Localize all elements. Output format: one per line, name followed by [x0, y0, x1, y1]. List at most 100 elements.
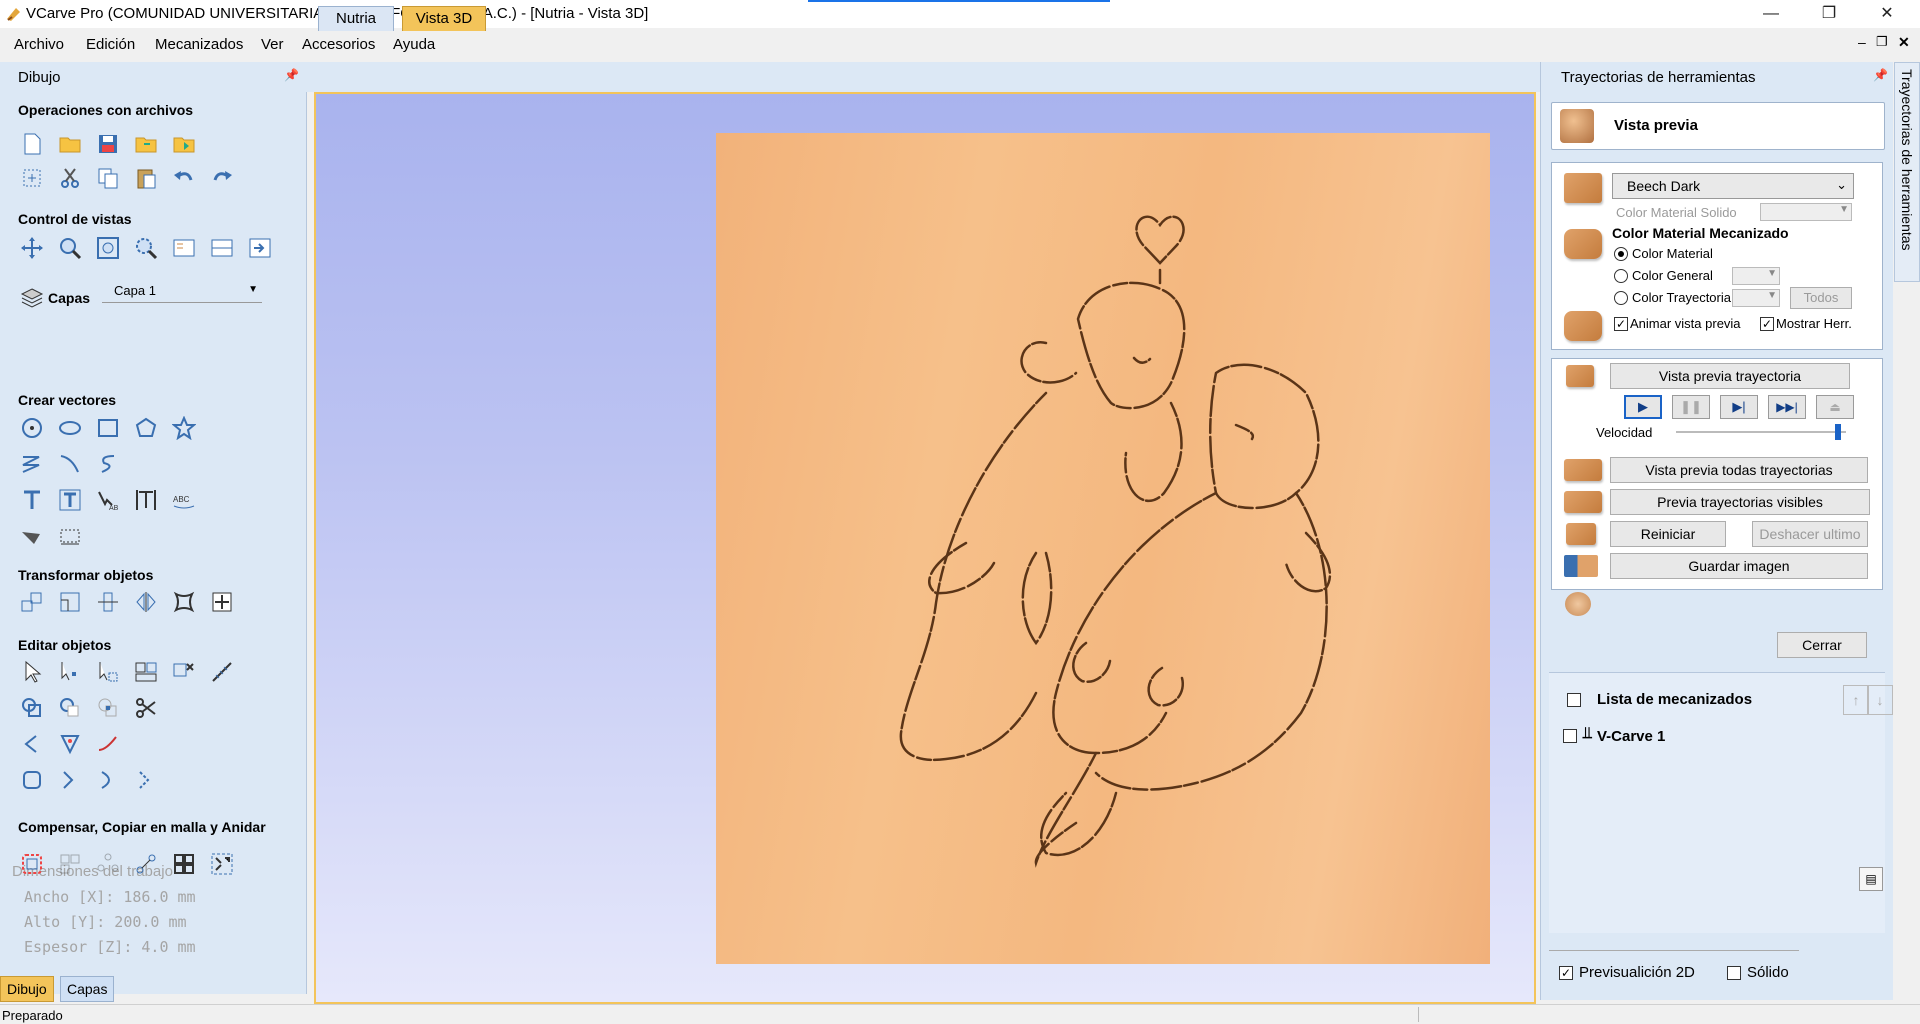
- save-image-button[interactable]: Guardar imagen: [1610, 553, 1868, 579]
- cut-icon[interactable]: [56, 164, 84, 192]
- paste-icon[interactable]: [132, 164, 160, 192]
- node-smooth-icon[interactable]: [132, 766, 160, 794]
- view-3d-toggle-icon[interactable]: [246, 234, 274, 262]
- restore-button[interactable]: ❐: [1800, 0, 1858, 28]
- dimension-icon[interactable]: [56, 522, 84, 550]
- text-icon[interactable]: [18, 486, 46, 514]
- redo-icon[interactable]: [208, 164, 236, 192]
- preview-visible-button[interactable]: Previa trayectorias visibles: [1610, 489, 1870, 515]
- menu-edicion[interactable]: Edición: [86, 36, 135, 53]
- tab-nutria[interactable]: Nutria: [318, 6, 394, 31]
- pause-button[interactable]: ❚❚: [1672, 395, 1710, 419]
- circular-array-icon[interactable]: [94, 850, 122, 878]
- mdi-minimize-button[interactable]: –: [1858, 34, 1866, 50]
- preview-2d-checkbox[interactable]: ✓: [1559, 966, 1573, 980]
- text-arc-icon[interactable]: ABC: [170, 486, 198, 514]
- move-down-icon[interactable]: ↓: [1867, 685, 1893, 715]
- pin-icon[interactable]: 📌: [1873, 68, 1888, 82]
- arc-icon[interactable]: [94, 450, 122, 478]
- circle-icon[interactable]: [18, 414, 46, 442]
- select-all-icon[interactable]: [18, 164, 46, 192]
- trim-scissors-icon[interactable]: [132, 694, 160, 722]
- copy-along-vector-icon[interactable]: [132, 850, 160, 878]
- undo-icon[interactable]: [170, 164, 198, 192]
- mirror-icon[interactable]: [132, 588, 160, 616]
- curve-icon[interactable]: [56, 450, 84, 478]
- join-icon[interactable]: [18, 730, 46, 758]
- delete-node-icon[interactable]: [170, 658, 198, 686]
- import-folder-icon[interactable]: [132, 130, 160, 158]
- general-color-picker[interactable]: ▼: [1732, 267, 1780, 285]
- show-tool-checkbox[interactable]: ✓: [1760, 317, 1774, 331]
- tab-vista-3d[interactable]: Vista 3D: [402, 6, 486, 31]
- smooth-icon[interactable]: [56, 766, 84, 794]
- toolpaths-side-tab[interactable]: Trayectorias de herramientas: [1894, 62, 1920, 282]
- curve-fit-icon[interactable]: [94, 766, 122, 794]
- tab-capas[interactable]: Capas: [60, 976, 115, 1002]
- undo-last-button[interactable]: Deshacer ultimo: [1752, 521, 1868, 547]
- move-up-icon[interactable]: ↑: [1843, 685, 1869, 715]
- view-2d-icon[interactable]: [170, 234, 198, 262]
- play-button[interactable]: ▶: [1624, 395, 1662, 419]
- solid-color-picker[interactable]: ▼: [1760, 203, 1852, 221]
- preview-toolpath-button[interactable]: Vista previa trayectoria: [1610, 363, 1850, 389]
- radio-color-toolpath[interactable]: [1614, 291, 1628, 305]
- copy-icon[interactable]: [94, 164, 122, 192]
- nesting-icon[interactable]: [208, 850, 236, 878]
- text-box-icon[interactable]: [56, 486, 84, 514]
- zoom-box-icon[interactable]: [56, 234, 84, 262]
- rectangle-icon[interactable]: [94, 414, 122, 442]
- node-edit-icon[interactable]: [56, 658, 84, 686]
- close-panel-button[interactable]: Cerrar: [1777, 632, 1867, 658]
- menu-accesorios[interactable]: Accesorios: [302, 36, 375, 53]
- subtract-icon[interactable]: [56, 694, 84, 722]
- eject-button[interactable]: ⏏: [1816, 395, 1854, 419]
- distort-icon[interactable]: [170, 588, 198, 616]
- reset-button[interactable]: Reiniciar: [1610, 521, 1726, 547]
- view-split-icon[interactable]: [208, 234, 236, 262]
- select-pointer-icon[interactable]: [18, 658, 46, 686]
- tab-dibujo[interactable]: Dibujo: [0, 976, 54, 1002]
- extend-icon[interactable]: [94, 730, 122, 758]
- speed-slider[interactable]: [1676, 424, 1846, 440]
- todos-button[interactable]: Todos: [1790, 287, 1852, 309]
- ellipse-icon[interactable]: [56, 414, 84, 442]
- zoom-fit-icon[interactable]: [94, 234, 122, 262]
- menu-ayuda[interactable]: Ayuda: [393, 36, 435, 53]
- solid-checkbox[interactable]: [1727, 966, 1741, 980]
- polygon-icon[interactable]: [132, 414, 160, 442]
- interactive-select-icon[interactable]: [132, 658, 160, 686]
- weld-icon[interactable]: [18, 694, 46, 722]
- toolpath-color-picker[interactable]: ▼: [1732, 289, 1780, 307]
- array-copy-icon[interactable]: [56, 850, 84, 878]
- toolpath-row-checkbox[interactable]: [1563, 729, 1577, 743]
- close-button[interactable]: ✕: [1858, 0, 1916, 28]
- radio-color-general[interactable]: [1614, 269, 1628, 283]
- snap-icon[interactable]: [208, 588, 236, 616]
- mdi-close-button[interactable]: ✕: [1898, 34, 1910, 51]
- measure-icon[interactable]: [208, 658, 236, 686]
- step-button[interactable]: ▶|: [1720, 395, 1758, 419]
- polyline-icon[interactable]: [18, 450, 46, 478]
- speed-slider-thumb[interactable]: [1835, 424, 1842, 440]
- animate-preview-checkbox[interactable]: ✓: [1614, 317, 1628, 331]
- layer-select[interactable]: Capa 1 ▼: [102, 280, 262, 303]
- text-on-curve-icon[interactable]: AB: [94, 486, 122, 514]
- radio-color-material[interactable]: [1614, 247, 1628, 261]
- close-vector-icon[interactable]: [18, 766, 46, 794]
- pan-icon[interactable]: [18, 234, 46, 262]
- transform-select-icon[interactable]: [94, 658, 122, 686]
- minimize-button[interactable]: —: [1742, 0, 1800, 28]
- zoom-selection-icon[interactable]: [132, 234, 160, 262]
- toolpath-list-checkbox[interactable]: [1567, 693, 1581, 707]
- toolpath-row[interactable]: ⫫ V-Carve 1: [1563, 725, 1863, 749]
- open-folder-icon[interactable]: [56, 130, 84, 158]
- material-select[interactable]: Beech Dark ⌄: [1612, 173, 1854, 199]
- star-icon[interactable]: [170, 414, 198, 442]
- auto-layout-text-icon[interactable]: [132, 486, 160, 514]
- block-copy-icon[interactable]: [170, 850, 198, 878]
- fillet-icon[interactable]: [56, 730, 84, 758]
- pin-icon[interactable]: 📌: [284, 68, 299, 82]
- toolpath-summary-icon[interactable]: ▤: [1859, 867, 1883, 891]
- align-icon[interactable]: [94, 588, 122, 616]
